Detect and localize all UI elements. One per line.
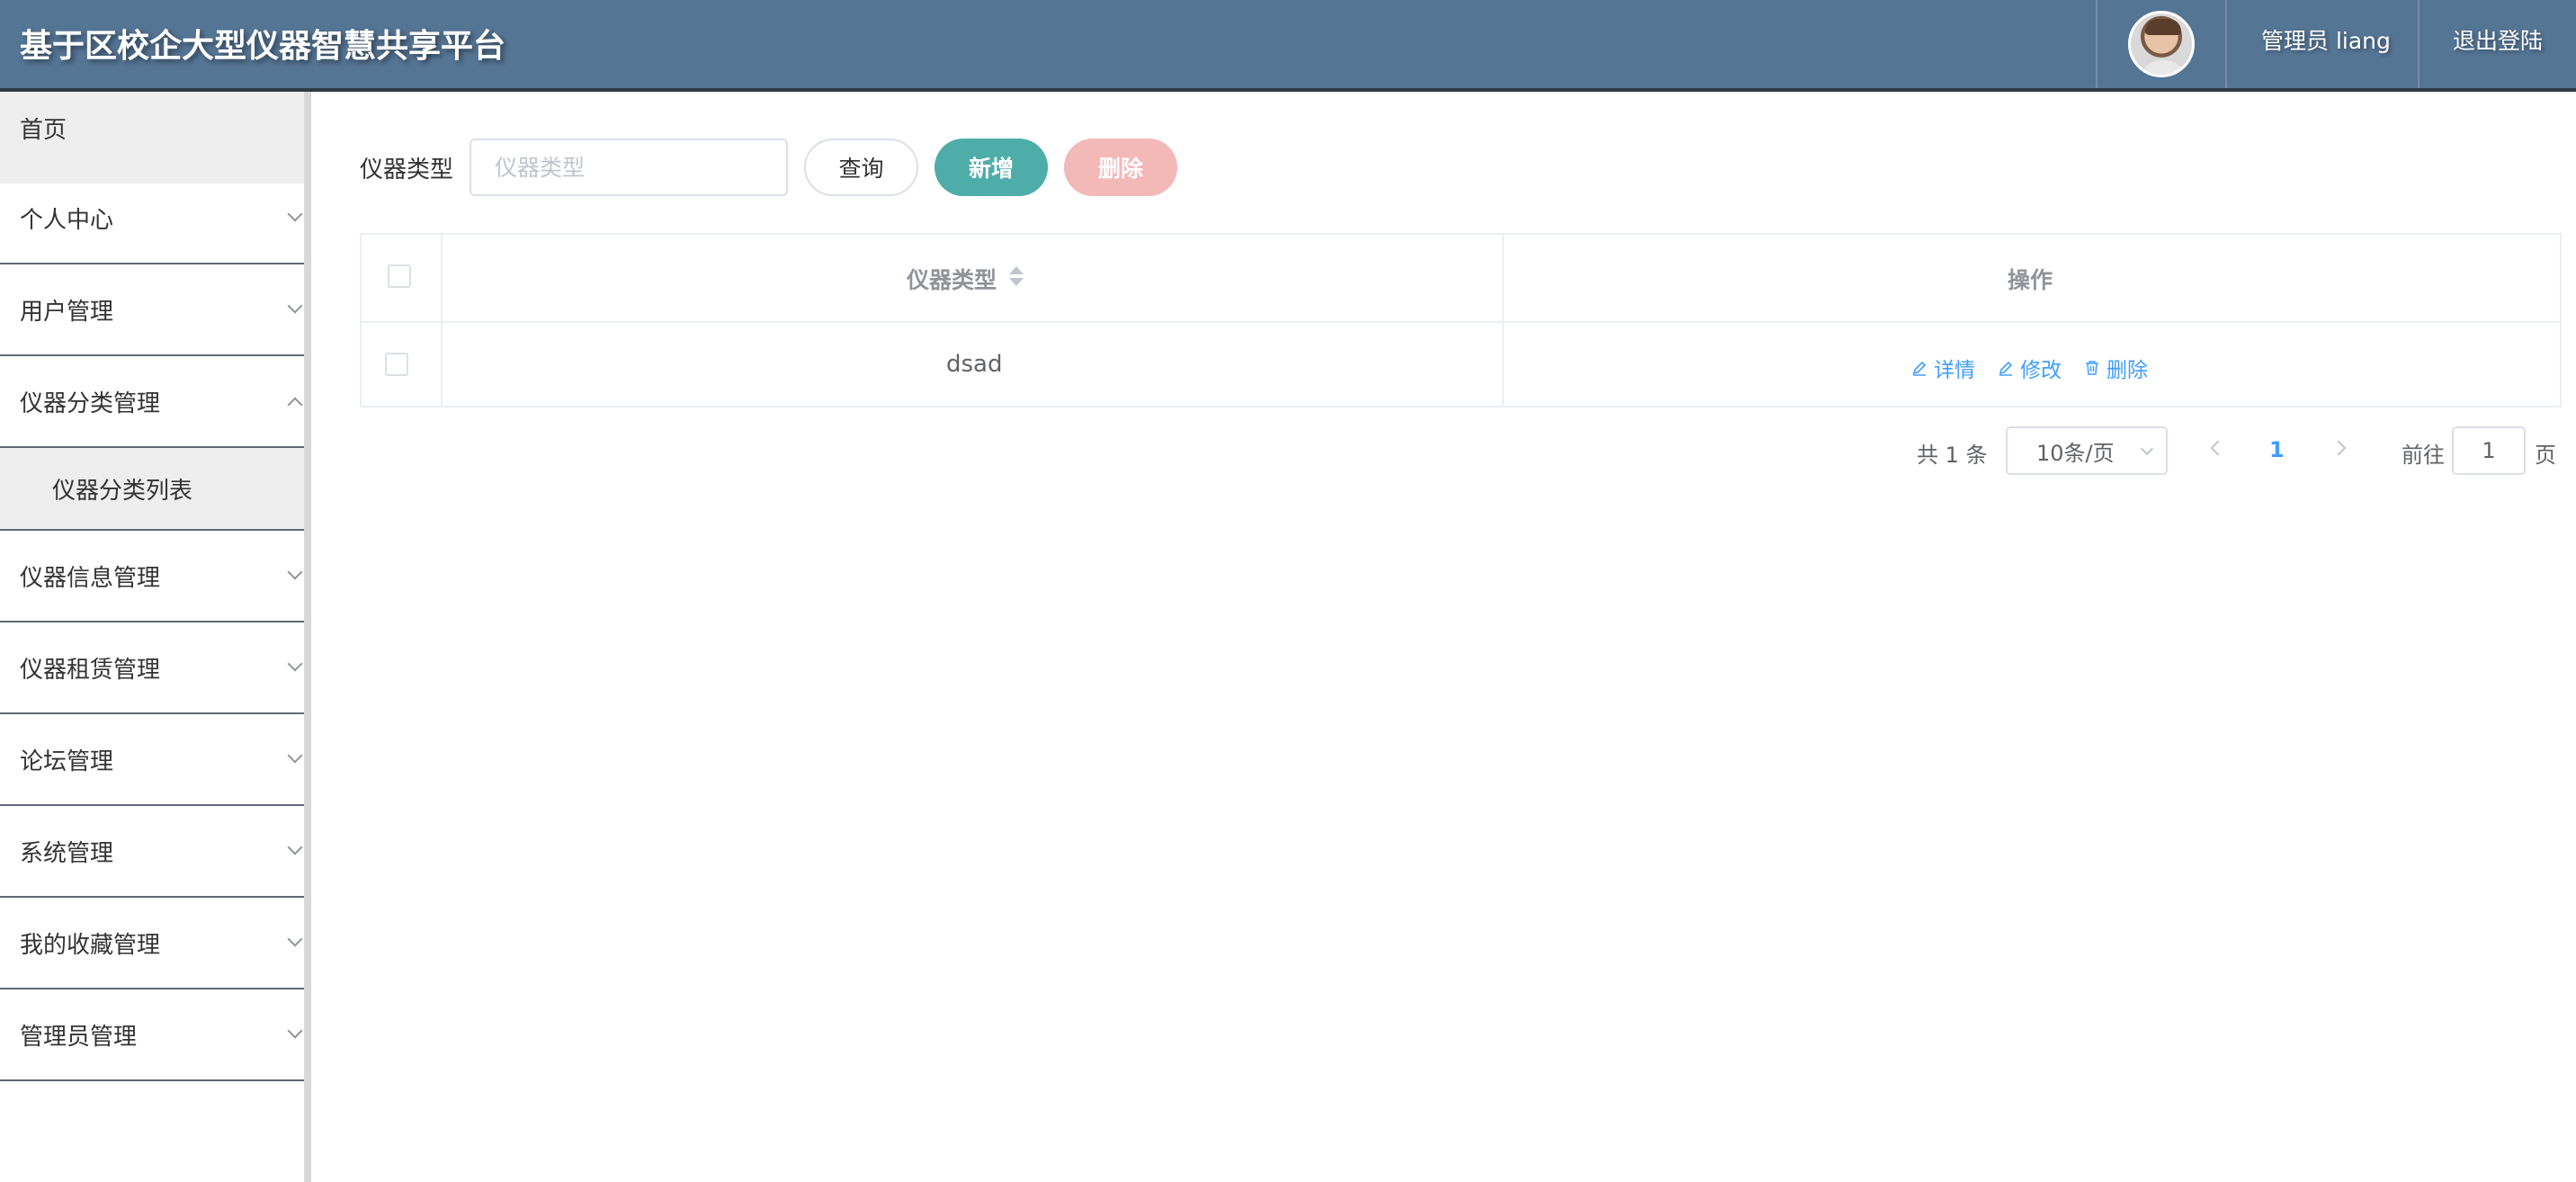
sidebar-item-admin[interactable]: 管理员管理 bbox=[0, 989, 304, 1081]
sidebar-item-label: 系统管理 bbox=[20, 839, 114, 867]
header-divider bbox=[2096, 0, 2097, 88]
sidebar-item-favorites[interactable]: 我的收藏管理 bbox=[0, 898, 304, 989]
sidebar-item-label: 仪器分类列表 bbox=[52, 477, 193, 505]
sort-icon[interactable] bbox=[1007, 266, 1025, 288]
header-divider bbox=[2418, 0, 2419, 88]
sidebar-item-label: 用户管理 bbox=[20, 298, 114, 326]
chevron-down-icon bbox=[2140, 442, 2154, 456]
sidebar-item-home[interactable]: 首页 bbox=[0, 92, 304, 184]
sidebar-item-instrument-category[interactable]: 仪器分类管理 bbox=[0, 356, 304, 448]
search-label: 仪器类型 bbox=[360, 157, 454, 184]
edit-icon bbox=[1999, 361, 2013, 376]
query-button[interactable]: 查询 bbox=[804, 139, 918, 196]
admin-name: 管理员 liang bbox=[2261, 28, 2391, 54]
avatar-shirt bbox=[2136, 60, 2190, 75]
header-divider bbox=[2225, 0, 2227, 88]
sidebar-item-forum[interactable]: 论坛管理 bbox=[0, 714, 304, 806]
select-all-checkbox[interactable] bbox=[388, 264, 411, 288]
column-divider bbox=[441, 235, 443, 406]
sort-up-icon bbox=[1009, 266, 1024, 274]
sidebar-item-label: 仪器信息管理 bbox=[20, 564, 161, 592]
sidebar-item-personal-center[interactable]: 个人中心 bbox=[0, 173, 304, 264]
chevron-down-icon bbox=[287, 1023, 303, 1039]
chevron-up-icon bbox=[287, 397, 303, 413]
detail-link-label: 详情 bbox=[1934, 359, 1975, 382]
page-size-label: 10条/页 bbox=[2036, 440, 2115, 466]
next-page-button[interactable] bbox=[2330, 440, 2347, 456]
chevron-down-icon bbox=[287, 656, 303, 672]
avatar-hair bbox=[2145, 19, 2181, 35]
chevron-down-icon bbox=[287, 931, 303, 947]
sidebar-item-label: 我的收藏管理 bbox=[20, 931, 161, 959]
page-number-current[interactable]: 1 bbox=[2269, 437, 2285, 462]
app-title: 基于区校企大型仪器智慧共享平台 bbox=[20, 28, 506, 65]
delete-link[interactable]: 删除 bbox=[2083, 353, 2148, 383]
row-checkbox[interactable] bbox=[385, 353, 408, 376]
sidebar-item-user-management[interactable]: 用户管理 bbox=[0, 264, 304, 356]
sidebar-item-instrument-rental[interactable]: 仪器租赁管理 bbox=[0, 622, 304, 714]
chevron-down-icon bbox=[287, 298, 303, 314]
sidebar-item-label: 仪器分类管理 bbox=[20, 390, 161, 417]
column-header-actions: 操作 bbox=[2008, 267, 2053, 293]
prev-page-button[interactable] bbox=[2210, 440, 2226, 456]
detail-link[interactable]: 详情 bbox=[1910, 353, 1975, 383]
sidebar-item-instrument-info[interactable]: 仪器信息管理 bbox=[0, 531, 304, 622]
sidebar-item-label: 首页 bbox=[20, 117, 67, 144]
sort-down-icon bbox=[1009, 278, 1024, 286]
chevron-down-icon bbox=[287, 748, 303, 764]
sidebar-item-category-list[interactable]: 仪器分类列表 bbox=[0, 448, 304, 531]
chevron-down-icon bbox=[287, 839, 303, 855]
page-suffix-label: 页 bbox=[2535, 443, 2556, 468]
batch-delete-button[interactable]: 删除 bbox=[1064, 139, 1177, 196]
chevron-down-icon bbox=[287, 564, 303, 580]
pagination-total: 共 1 条 bbox=[1917, 443, 1988, 468]
sidebar-item-label: 管理员管理 bbox=[20, 1023, 138, 1051]
goto-label: 前往 bbox=[2402, 443, 2445, 468]
sidebar-item-label: 仪器租赁管理 bbox=[20, 656, 161, 684]
table-cell-type: dsad bbox=[946, 351, 1003, 378]
data-table bbox=[360, 233, 2562, 407]
delete-link-label: 删除 bbox=[2106, 359, 2148, 382]
edit-link[interactable]: 修改 bbox=[1997, 353, 2062, 383]
search-input[interactable] bbox=[470, 139, 788, 196]
sidebar-item-label: 个人中心 bbox=[20, 206, 114, 234]
column-divider bbox=[1502, 235, 1504, 406]
sidebar-item-system[interactable]: 系统管理 bbox=[0, 806, 304, 898]
avatar-icon[interactable] bbox=[2128, 11, 2195, 77]
goto-page-input[interactable] bbox=[2452, 426, 2526, 475]
trash-icon bbox=[2086, 361, 2098, 375]
edit-icon bbox=[1912, 361, 1927, 376]
add-button[interactable]: 新增 bbox=[935, 139, 1048, 196]
page-size-select[interactable]: 10条/页 bbox=[2006, 426, 2168, 475]
row-divider bbox=[362, 321, 2560, 323]
sidebar-item-label: 论坛管理 bbox=[20, 748, 114, 775]
top-header: 基于区校企大型仪器智慧共享平台 管理员 liang 退出登陆 bbox=[0, 0, 2576, 92]
sidebar: 首页 个人中心 用户管理 仪器分类管理 仪器分类列表 仪器信息管理 仪器租赁管理… bbox=[0, 92, 304, 1182]
column-header-type[interactable]: 仪器类型 bbox=[907, 263, 997, 295]
sidebar-scrollbar[interactable] bbox=[304, 92, 311, 1182]
chevron-down-icon bbox=[287, 206, 303, 222]
logout-button[interactable]: 退出登陆 bbox=[2453, 23, 2543, 56]
edit-link-label: 修改 bbox=[2020, 359, 2062, 382]
